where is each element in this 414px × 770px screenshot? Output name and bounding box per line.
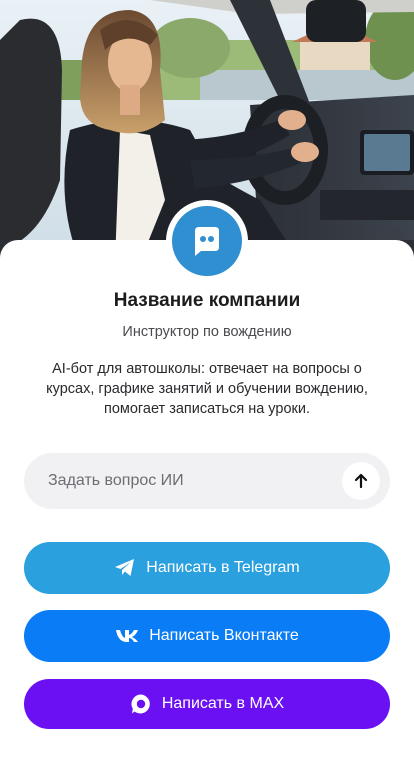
company-role: Инструктор по вождению [122,324,292,340]
vk-button-label: Написать Вконтакте [149,627,299,644]
vk-icon [115,629,139,643]
max-button-label: Написать в MAX [161,695,285,712]
send-button[interactable] [342,462,380,500]
max-button[interactable]: Написать в MAX [24,679,390,729]
max-icon [130,693,152,715]
telegram-button[interactable]: Написать в Telegram [24,542,390,594]
ask-ai-input[interactable] [24,453,324,509]
company-name: Название компании [113,290,301,311]
ask-ai-bar [24,453,390,509]
company-description: AI-бот для автошколы: отвечает на вопрос… [46,361,368,417]
telegram-icon [114,558,136,578]
telegram-button-label: Написать в Telegram [146,559,300,576]
avatar [172,206,242,276]
arrow-up-icon [354,473,368,489]
chat-bot-icon [195,227,219,256]
vk-button[interactable]: Написать Вконтакте [24,610,390,662]
